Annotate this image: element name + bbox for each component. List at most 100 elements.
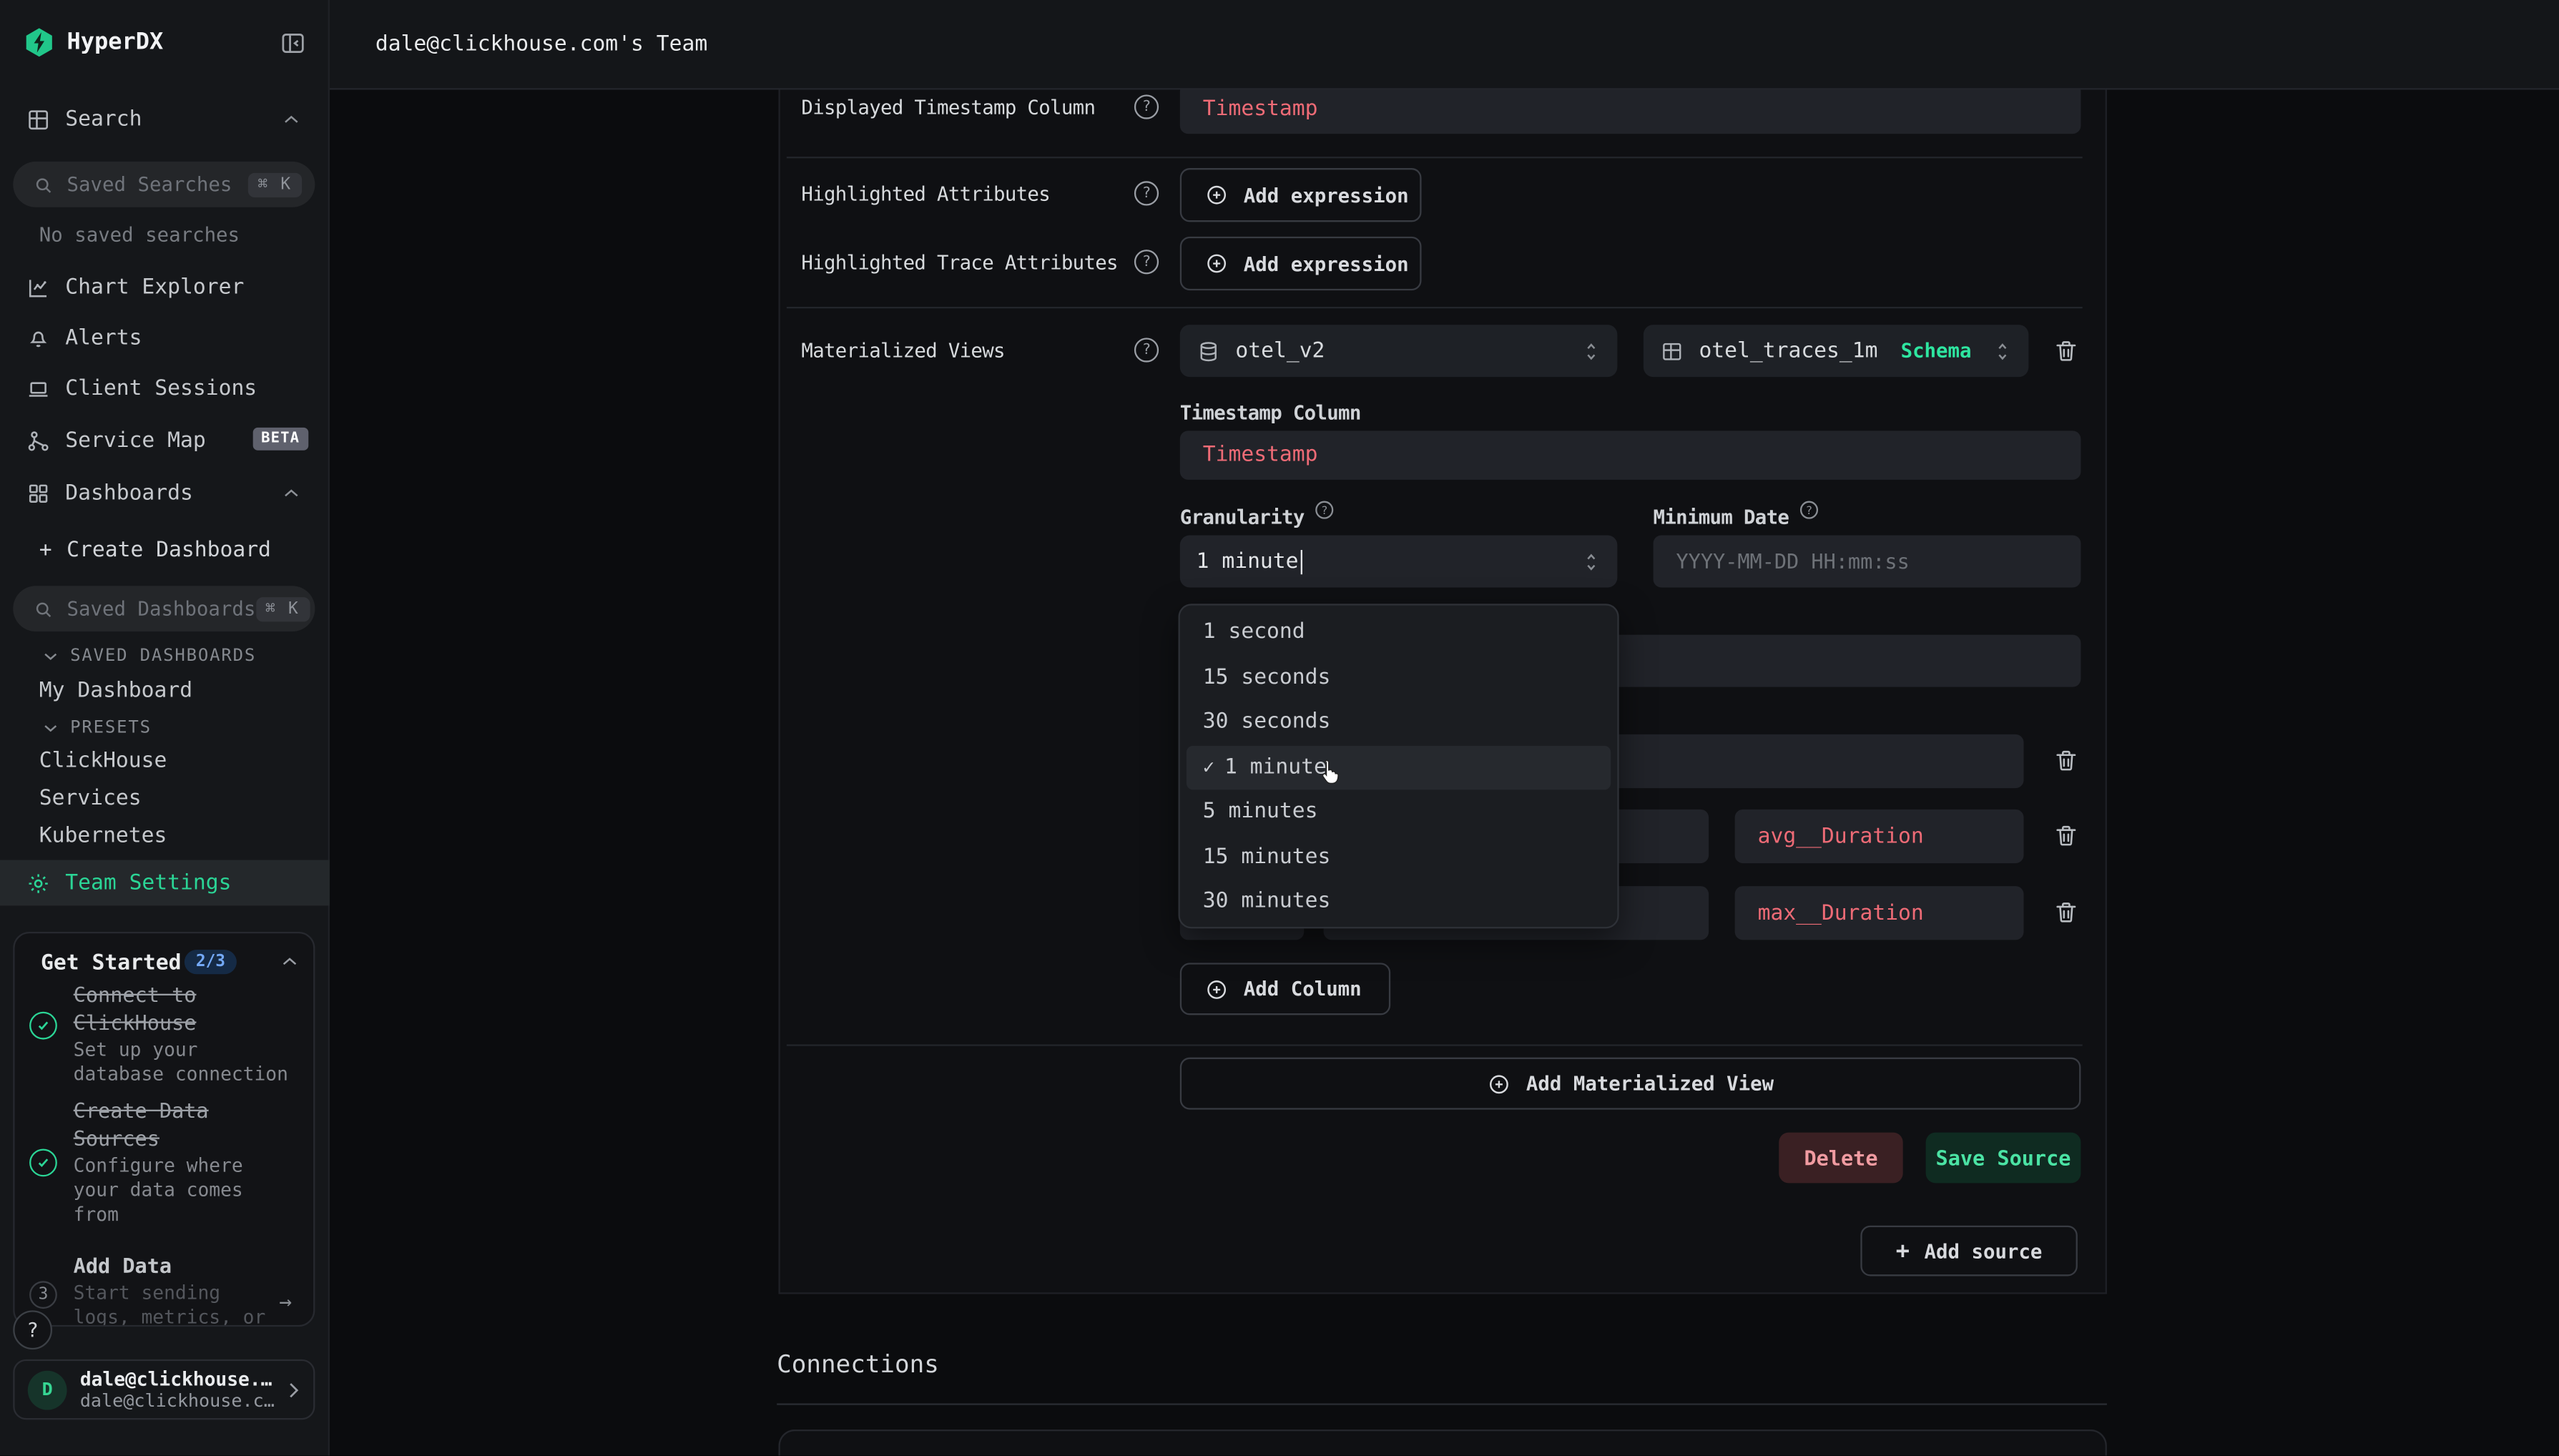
dropdown-option[interactable]: 5 minutes: [1187, 790, 1611, 835]
section-presets[interactable]: PRESETS: [42, 718, 152, 737]
sidebar-item-client-sessions[interactable]: Client Sessions: [65, 377, 257, 401]
step-desc: your data comes: [74, 1179, 243, 1201]
chart-explorer-icon: [26, 276, 51, 300]
step-title[interactable]: Connect to: [74, 983, 197, 1007]
database-icon: [1197, 338, 1221, 363]
sidebar: HyperDX Search Saved Searches ⌘ K No sav…: [0, 0, 330, 1455]
step-title[interactable]: Sources: [74, 1126, 159, 1151]
minimum-date-input[interactable]: YYYY-MM-DD HH:mm:ss: [1654, 535, 2081, 587]
dropdown-option-selected[interactable]: ✓ 1 minute: [1187, 745, 1611, 790]
chevron-down-icon: [42, 722, 59, 734]
schema-link[interactable]: Schema: [1901, 340, 1972, 363]
chevron-up-icon[interactable]: [280, 955, 298, 968]
connections-panel: [778, 1430, 2106, 1456]
help-icon[interactable]: ?: [1134, 250, 1159, 274]
page-title: dale@clickhouse.com's Team: [375, 33, 707, 57]
hyperdx-logo-icon: [23, 26, 56, 59]
step-title[interactable]: Create Data: [74, 1098, 209, 1123]
get-started-title: Get Started: [41, 951, 181, 975]
add-materialized-view-button[interactable]: Add Materialized View: [1180, 1058, 2081, 1110]
step-desc: logs, metrics, or: [74, 1306, 266, 1327]
sidebar-item-service-map[interactable]: Service Map: [65, 429, 205, 453]
materialized-view-select[interactable]: otel_v2: [1180, 325, 1618, 377]
team-settings-label: Team Settings: [65, 870, 231, 895]
help-icon[interactable]: ?: [1134, 94, 1159, 119]
saved-dashboards-input[interactable]: Saved Dashboards ⌘ K: [13, 586, 315, 631]
get-started-panel: Get Started 2/3 Connect to ClickHouse Se…: [13, 932, 315, 1327]
sidebar-item-my-dashboard[interactable]: My Dashboard: [39, 679, 192, 703]
help-icon[interactable]: ?: [1134, 181, 1159, 205]
delete-materialized-view-icon[interactable]: [2053, 338, 2080, 364]
delete-source-button[interactable]: Delete: [1779, 1133, 1902, 1184]
column-alias-input[interactable]: avg__Duration: [1735, 810, 2024, 863]
saved-searches-input[interactable]: Saved Searches ⌘ K: [13, 162, 315, 207]
divider: [787, 157, 2083, 158]
help-button[interactable]: ?: [13, 1310, 52, 1349]
chevron-up-icon[interactable]: [283, 486, 300, 499]
granularity-value: 1 minute: [1197, 549, 1299, 574]
user-profile-card[interactable]: D dale@clickhouse.… dale@clickhouse.c…: [13, 1359, 315, 1420]
step-desc: Set up your: [74, 1038, 198, 1061]
step-title[interactable]: ClickHouse: [74, 1010, 197, 1034]
minimum-date-label: Minimum Date: [1654, 506, 1789, 528]
sidebar-item-clickhouse[interactable]: ClickHouse: [39, 749, 167, 773]
sidebar-item-search[interactable]: Search: [65, 108, 142, 132]
step-title[interactable]: Add Data: [74, 1253, 172, 1277]
add-column-button[interactable]: Add Column: [1180, 963, 1390, 1015]
saved-searches-placeholder: Saved Searches: [67, 173, 248, 196]
timestamp-column-value: Timestamp: [1203, 443, 1318, 468]
dropdown-option[interactable]: 15 seconds: [1187, 655, 1611, 700]
create-dashboard-button[interactable]: +Create Dashboard: [39, 538, 271, 563]
dropdown-option[interactable]: 30 minutes: [1187, 880, 1611, 925]
chevron-up-icon[interactable]: [283, 112, 300, 125]
collapse-sidebar-icon[interactable]: [279, 29, 307, 57]
materialized-table-select[interactable]: otel_traces_1m Schema: [1644, 325, 2029, 377]
add-expression-button[interactable]: Add expression: [1180, 237, 1422, 290]
add-expression-button[interactable]: Add expression: [1180, 168, 1422, 222]
dropdown-option[interactable]: 30 seconds: [1187, 700, 1611, 745]
chevron-down-icon: [42, 650, 59, 661]
profile-email: dale@clickhouse.c…: [80, 1390, 275, 1412]
delete-column-icon[interactable]: [2053, 747, 2080, 774]
dashboards-icon: [26, 481, 51, 506]
info-icon[interactable]: ?: [1800, 501, 1818, 519]
granularity-select[interactable]: 1 minute: [1180, 535, 1618, 587]
step-number-badge: 3: [29, 1281, 57, 1309]
delete-column-icon[interactable]: [2053, 899, 2080, 925]
sidebar-item-team-settings[interactable]: Team Settings: [0, 860, 330, 906]
step-check-icon: [29, 1148, 57, 1176]
mouse-cursor-hand: [1314, 757, 1343, 792]
plus-circle-icon: [1487, 1071, 1511, 1096]
help-icon[interactable]: ?: [1134, 338, 1159, 362]
plus-circle-icon: [1204, 183, 1229, 207]
profile-name: dale@clickhouse.…: [80, 1367, 275, 1390]
section-saved-dashboards[interactable]: SAVED DASHBOARDS: [42, 646, 256, 666]
granularity-label: Granularity: [1180, 506, 1305, 528]
sidebar-item-kubernetes[interactable]: Kubernetes: [39, 824, 167, 848]
displayed-timestamp-column-input[interactable]: Timestamp: [1180, 83, 2081, 134]
add-source-button[interactable]: + Add source: [1860, 1226, 2077, 1277]
timestamp-column-label: Timestamp Column: [1180, 401, 1361, 424]
arrow-right-icon: →: [279, 1291, 292, 1315]
column-alias-input[interactable]: max__Duration: [1735, 886, 2024, 940]
app-title: HyperDX: [67, 29, 164, 56]
sidebar-item-alerts[interactable]: Alerts: [65, 326, 142, 350]
plus-icon: +: [39, 538, 52, 563]
timestamp-column-input[interactable]: Timestamp: [1180, 431, 2081, 479]
save-source-button[interactable]: Save Source: [1926, 1133, 2081, 1184]
sidebar-item-services[interactable]: Services: [39, 787, 142, 811]
sidebar-item-chart-explorer[interactable]: Chart Explorer: [65, 276, 244, 300]
plus-icon: +: [1896, 1238, 1910, 1264]
info-icon[interactable]: ?: [1315, 501, 1333, 519]
select-caret-icon: [1993, 338, 2012, 363]
dropdown-option[interactable]: 1 second: [1187, 610, 1611, 655]
minimum-date-placeholder: YYYY-MM-DD HH:mm:ss: [1676, 549, 1910, 574]
step-desc: from: [74, 1203, 119, 1226]
dropdown-option[interactable]: 15 minutes: [1187, 835, 1611, 880]
table-icon: [1660, 338, 1684, 363]
text-caret: [1300, 549, 1302, 574]
sidebar-item-dashboards[interactable]: Dashboards: [65, 481, 193, 506]
search-nav-icon: [26, 108, 51, 132]
saved-dashboards-kbd: ⌘ K: [255, 596, 309, 621]
delete-column-icon[interactable]: [2053, 822, 2080, 849]
